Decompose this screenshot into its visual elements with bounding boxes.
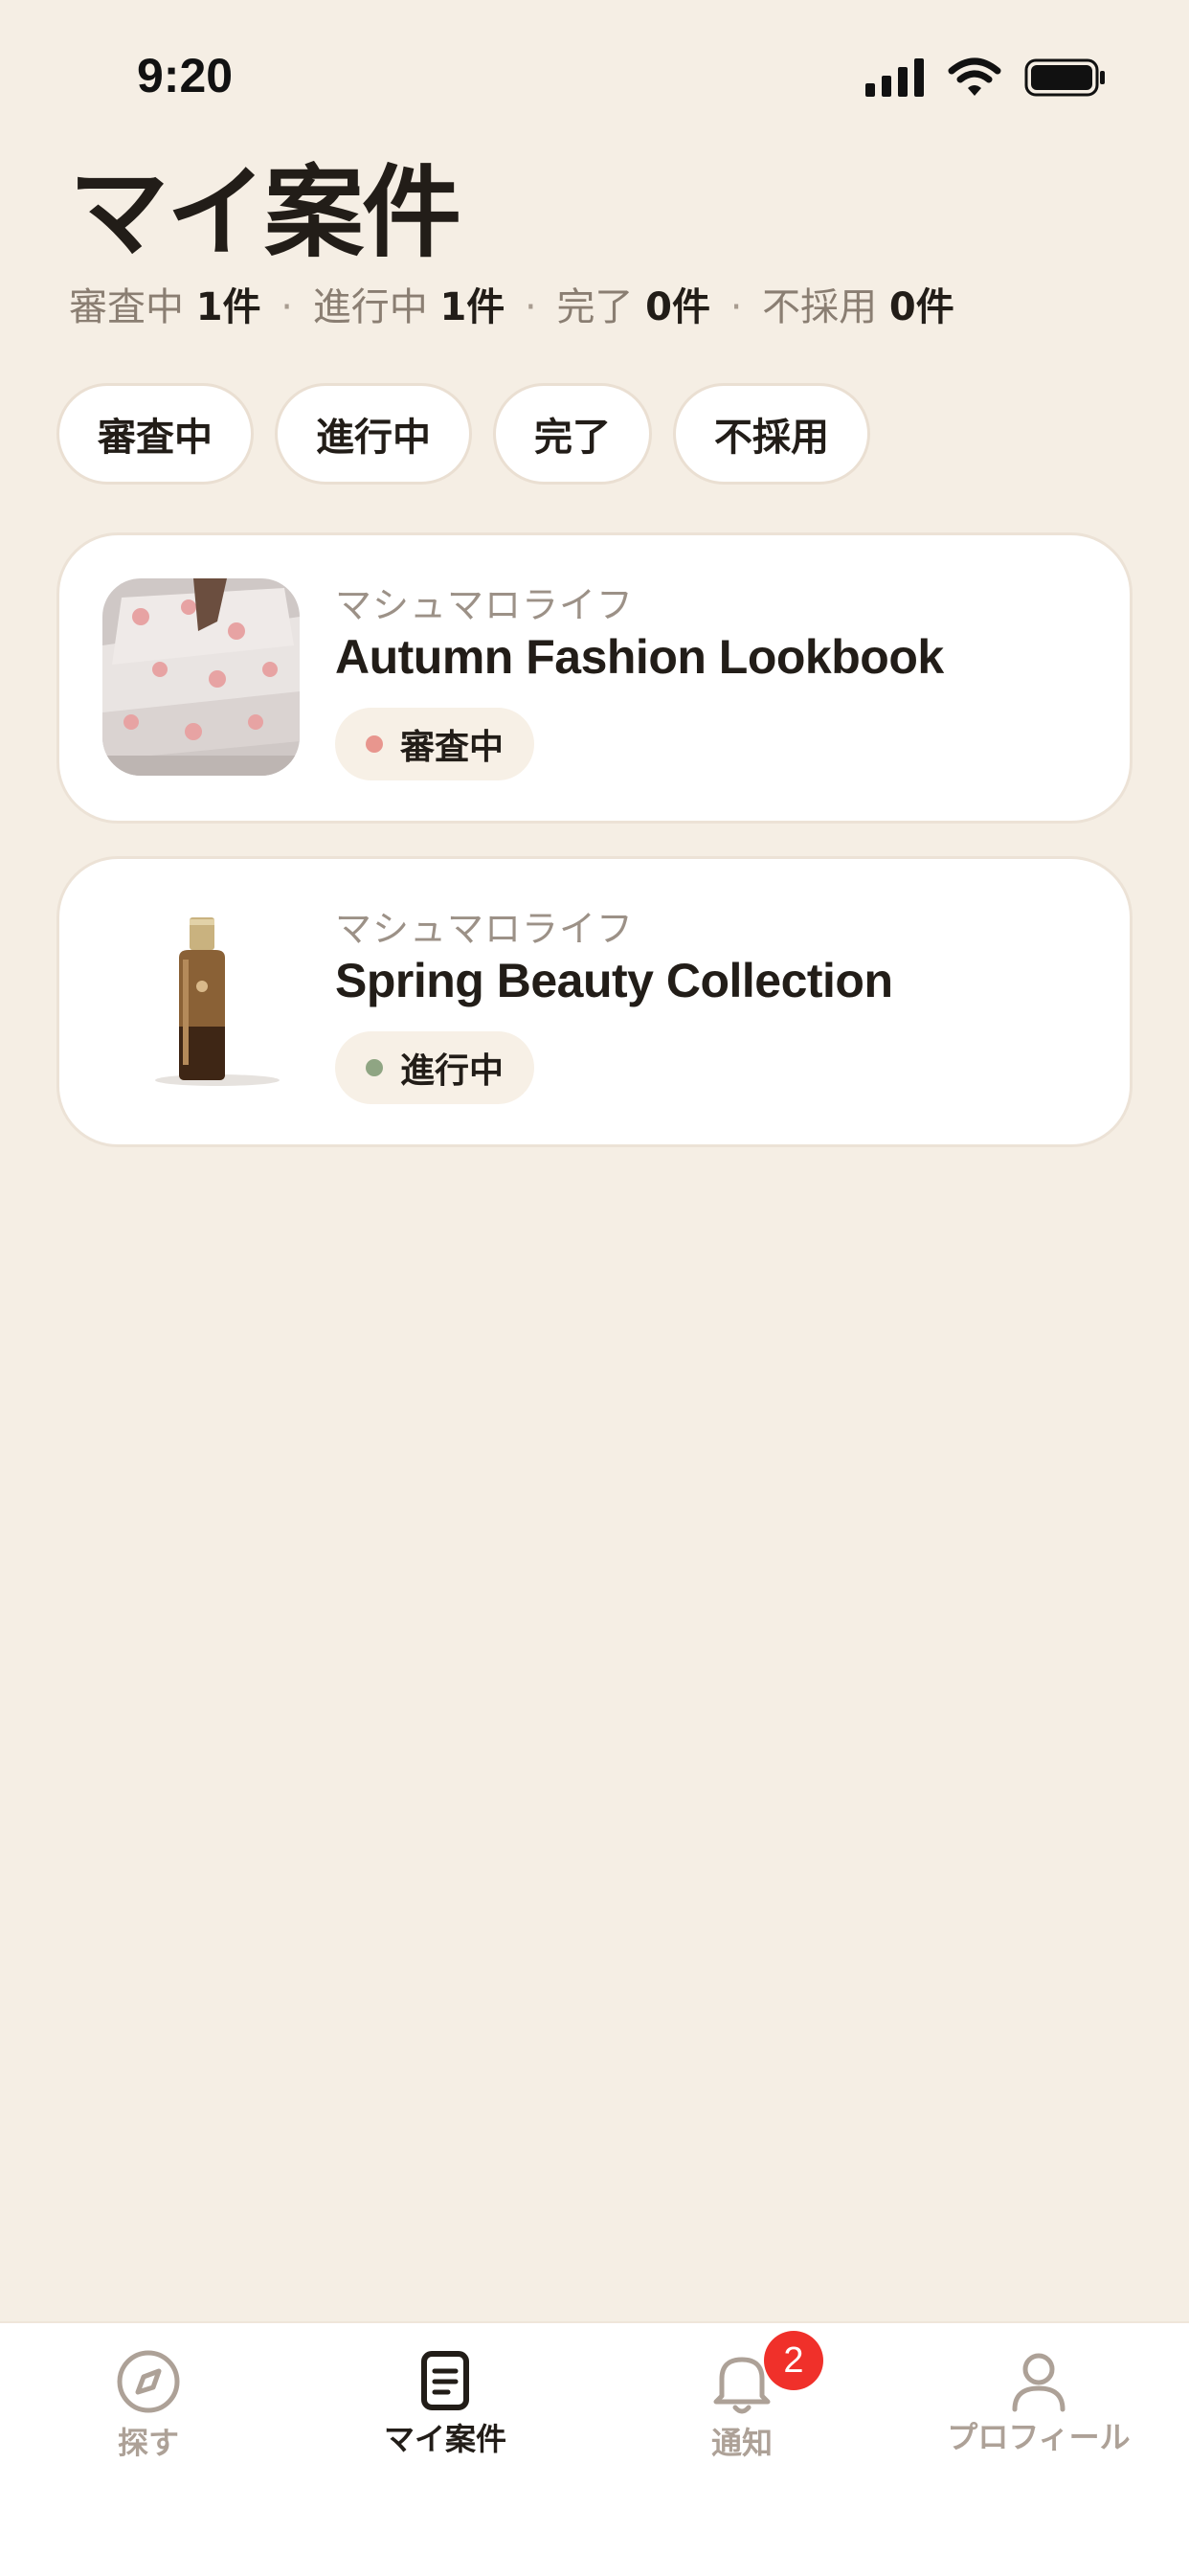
project-thumbnail [102, 902, 300, 1099]
summary-count-reviewing: 1件 [195, 285, 261, 329]
summary-label-in-progress: 進行中 [312, 285, 428, 329]
summary-count-rejected: 0件 [888, 285, 954, 329]
summary-label-rejected: 不採用 [762, 285, 878, 329]
project-thumbnail [102, 578, 300, 776]
battery-icon [1024, 58, 1105, 97]
notification-count-badge: 2 [764, 2331, 823, 2390]
project-brand: マシュマロライフ [335, 908, 635, 950]
bottom-tab-bar: 探す マイ案件 2 通知 プロフィール [0, 2321, 1189, 2576]
status-summary: 審査中 1件 · 進行中 1件 · 完了 0件 · 不採用 0件 [69, 276, 954, 331]
filter-chip-in-progress[interactable]: 進行中 [275, 383, 472, 485]
compass-icon [117, 2350, 180, 2413]
status-dot [366, 1059, 383, 1076]
document-icon [421, 2351, 469, 2410]
tab-notifications[interactable]: 2 通知 [594, 2323, 890, 2496]
project-title: Autumn Fashion Lookbook [335, 630, 944, 684]
filter-chip-completed[interactable]: 完了 [493, 383, 652, 485]
tab-label: マイ案件 [383, 2421, 506, 2457]
status-dot [366, 735, 383, 753]
tab-explore[interactable]: 探す [0, 2323, 297, 2496]
tab-label: 探す [117, 2425, 179, 2461]
summary-count-completed: 0件 [645, 285, 710, 329]
filter-chips: 審査中 進行中 完了 不採用 [56, 383, 870, 485]
tab-profile[interactable]: プロフィール [890, 2323, 1187, 2496]
filter-chip-reviewing[interactable]: 審査中 [56, 383, 254, 485]
page-title: マイ案件 [69, 154, 461, 271]
tab-label: 通知 [710, 2425, 773, 2461]
tab-label: プロフィール [947, 2419, 1131, 2455]
summary-label-completed: 完了 [556, 285, 634, 329]
project-card[interactable]: マシュマロライフ Autumn Fashion Lookbook 審査中 [56, 532, 1133, 824]
status-badge: 審査中 [335, 708, 535, 780]
summary-label-reviewing: 審査中 [69, 285, 184, 329]
status-label: 進行中 [400, 1051, 505, 1091]
summary-separator: · [280, 285, 293, 329]
status-badge: 進行中 [335, 1031, 535, 1104]
person-icon [1012, 2353, 1066, 2412]
wifi-icon [948, 57, 1001, 96]
status-icons [865, 57, 1107, 98]
project-title: Spring Beauty Collection [335, 954, 893, 1007]
project-brand: マシュマロライフ [335, 584, 635, 626]
tab-my-projects[interactable]: マイ案件 [297, 2323, 594, 2496]
status-bar: 9:20 [0, 0, 1189, 153]
status-time: 9:20 [137, 49, 234, 102]
cellular-signal-icon [865, 58, 924, 97]
summary-count-in-progress: 1件 [439, 285, 505, 329]
status-label: 審査中 [400, 728, 505, 767]
project-card[interactable]: マシュマロライフ Spring Beauty Collection 進行中 [56, 856, 1133, 1147]
filter-chip-rejected[interactable]: 不採用 [673, 383, 870, 485]
summary-separator: · [525, 285, 537, 329]
summary-separator: · [729, 285, 743, 329]
